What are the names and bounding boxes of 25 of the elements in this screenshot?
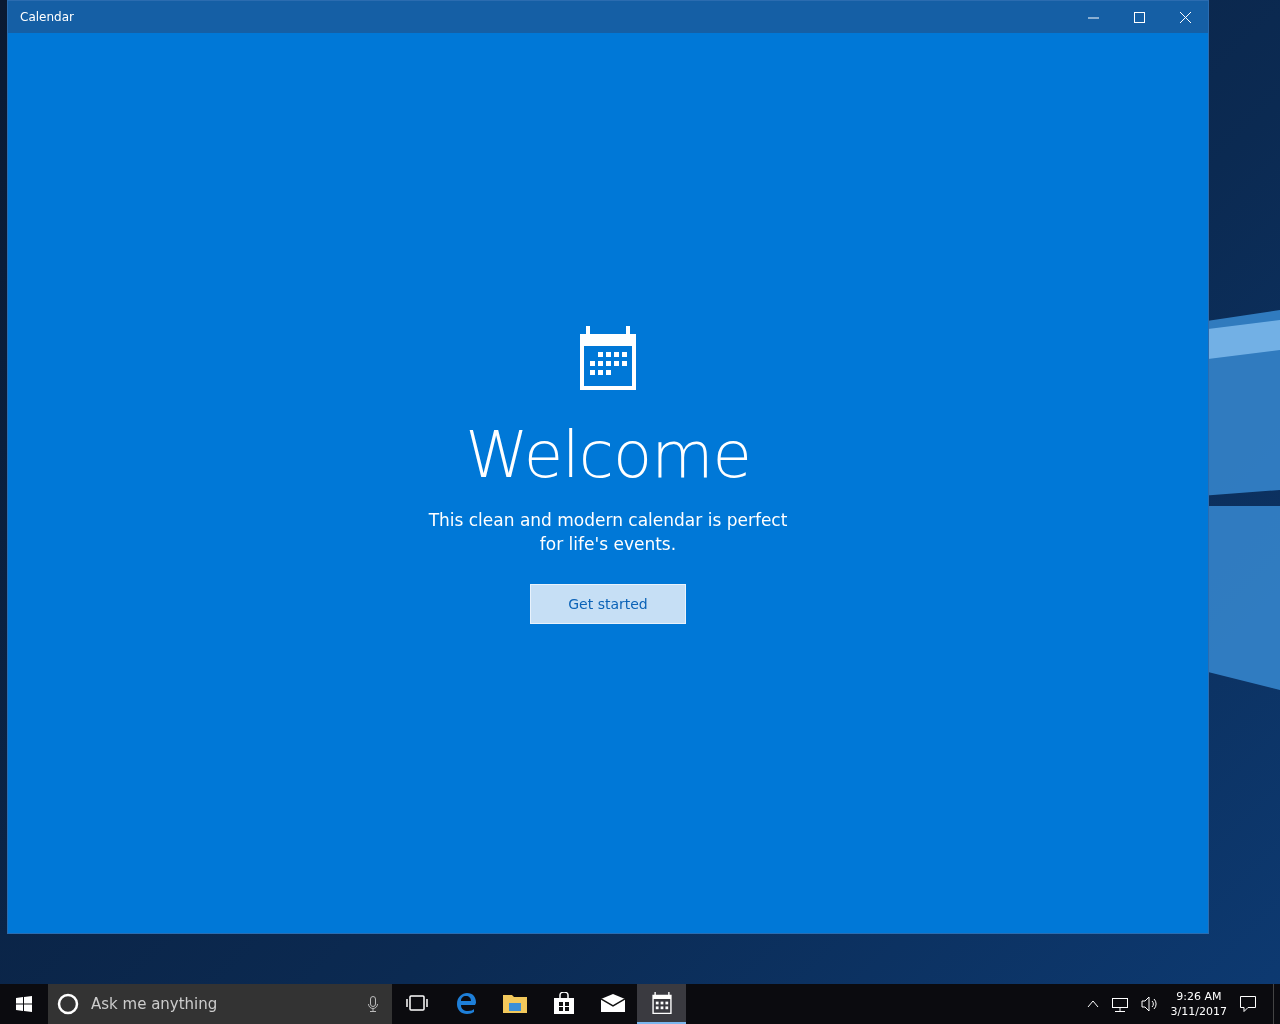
e-letter-icon (454, 992, 477, 1014)
folder-icon (502, 993, 527, 1013)
welcome-message: This clean and modern calendar is perfect for life's events. (427, 509, 789, 557)
speaker-icon[interactable] (1140, 996, 1159, 1012)
microphone-icon[interactable] (368, 996, 378, 1012)
clock-time[interactable]: 9:26 AM (1176, 989, 1222, 1004)
search-field[interactable]: Ask me anything (89, 994, 358, 1014)
get-started-button[interactable]: Get started (530, 584, 686, 625)
chevron-up-icon[interactable] (1086, 1000, 1099, 1008)
calendar-icon (580, 326, 636, 390)
network-icon[interactable] (1110, 996, 1129, 1012)
close-icon (1179, 11, 1191, 23)
maximize-icon (1133, 11, 1145, 23)
clock-date[interactable]: 3/11/2017 (1170, 1004, 1227, 1019)
search-box[interactable]: Ask me anything (48, 984, 392, 1024)
notification-icon[interactable] (1239, 995, 1257, 1013)
taskbar-app-button[interactable] (637, 984, 686, 1024)
calendar-icon (651, 992, 672, 1014)
shopping-bag-icon (553, 992, 574, 1014)
circle-icon (57, 993, 79, 1015)
task-view-icon (405, 995, 428, 1011)
welcome-heading: Welcome (465, 420, 751, 491)
window-title: Calendar (19, 10, 75, 24)
envelope-icon (600, 994, 625, 1012)
windows-logo-icon (16, 996, 32, 1012)
